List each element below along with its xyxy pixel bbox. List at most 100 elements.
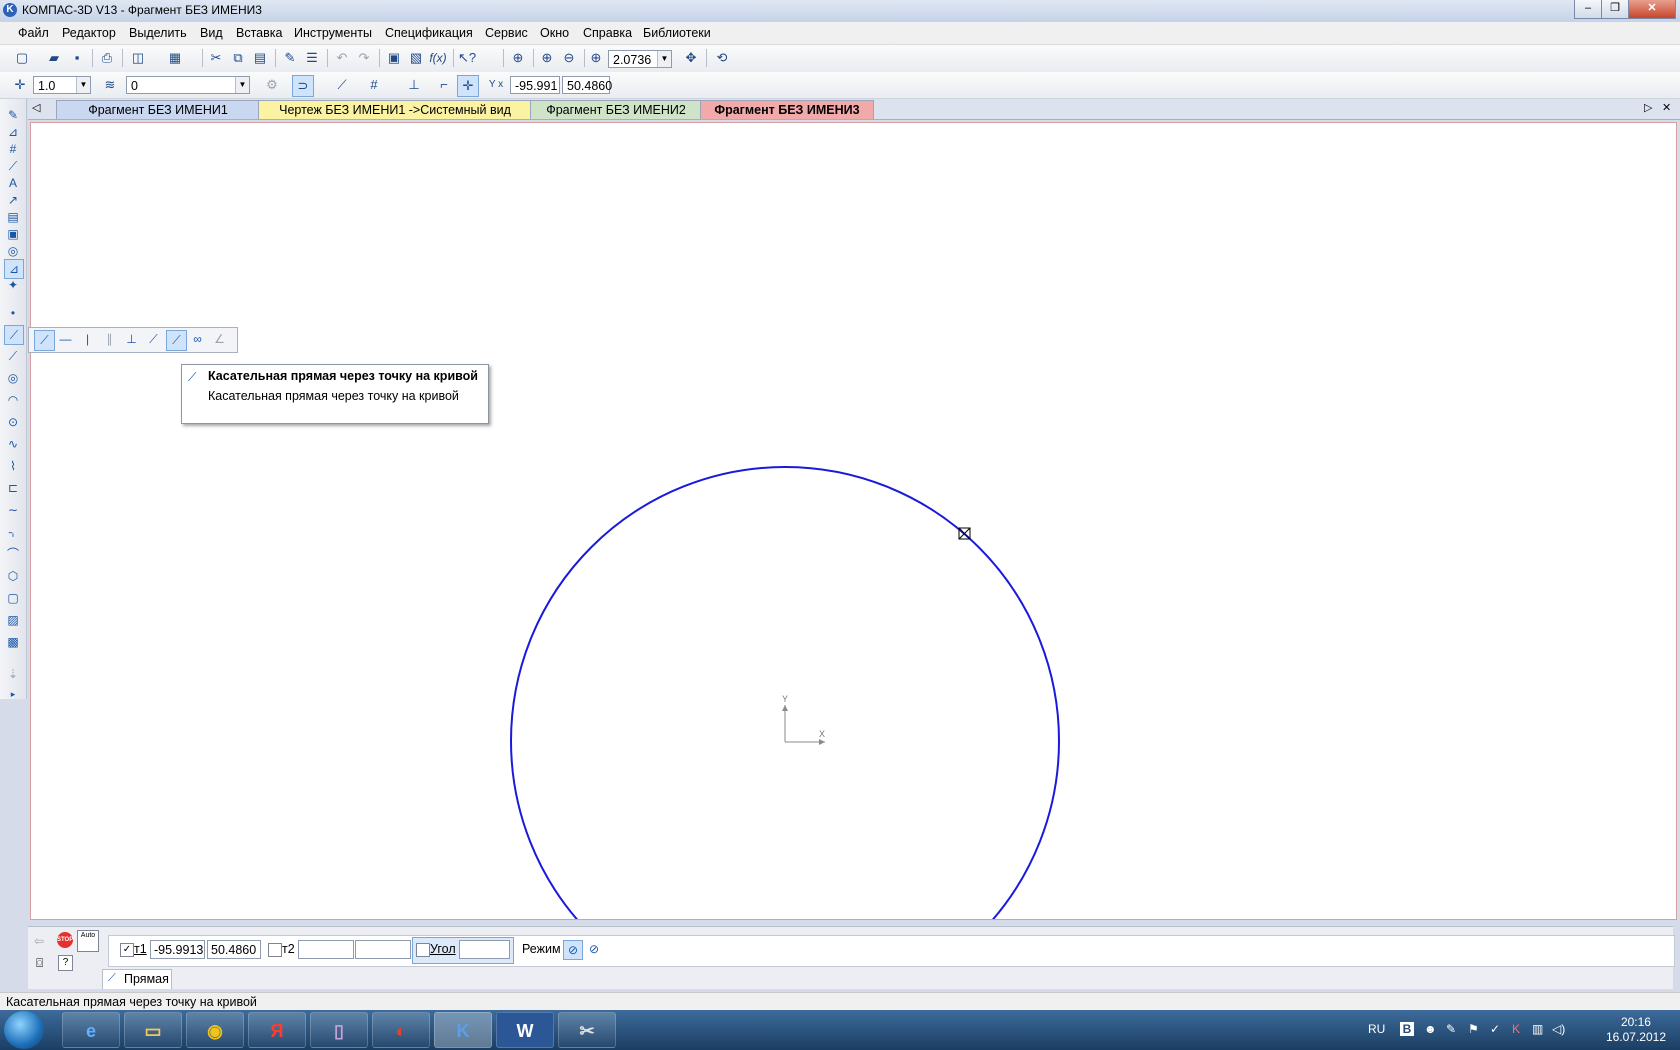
tray-antivirus-icon[interactable]: ✓	[1490, 1022, 1500, 1036]
stop-button[interactable]: STOP	[57, 932, 73, 948]
taskbar-word[interactable]: W	[496, 1012, 554, 1048]
taskbar-kompas[interactable]: K	[434, 1012, 492, 1048]
menu-file[interactable]: Файл	[18, 26, 49, 40]
taskbar-explorer[interactable]: ▭	[124, 1012, 182, 1048]
auxiliary-line-icon[interactable]: ⟋	[4, 325, 24, 345]
mode-multi-icon[interactable]: ⊘	[585, 940, 603, 958]
segment-icon[interactable]: ⟋	[4, 347, 22, 365]
report-icon[interactable]: ☰	[302, 48, 322, 68]
contour-icon[interactable]: ⊏	[4, 479, 22, 497]
angle-checkbox[interactable]	[416, 943, 430, 957]
zoom-in-icon[interactable]: ⊕	[537, 48, 557, 68]
menu-edit[interactable]: Редактор	[62, 26, 116, 40]
close-button[interactable]: ✕	[1628, 0, 1676, 19]
horizontal-line-icon[interactable]: —	[56, 330, 75, 349]
manager-icon[interactable]: ▦	[165, 48, 185, 68]
menu-window[interactable]: Окно	[540, 26, 569, 40]
undo-icon[interactable]: ↶	[332, 48, 352, 68]
local-cs-icon[interactable]: ⟋	[332, 75, 352, 95]
taskbar-ie[interactable]: e	[62, 1012, 120, 1048]
hatch-icon[interactable]: ▨	[4, 611, 22, 629]
t2-checkbox[interactable]	[268, 943, 282, 957]
grid-icon[interactable]: #	[364, 75, 384, 95]
tray-pen-icon[interactable]: ✎	[1446, 1022, 1456, 1036]
tab-drawing-1[interactable]: Чертеж БЕЗ ИМЕНИ1 ->Системный вид	[258, 100, 532, 119]
zoom-window-icon[interactable]: ⊕	[508, 48, 528, 68]
point-icon[interactable]: •	[4, 304, 22, 322]
parametrization-panel-icon[interactable]: A	[4, 174, 22, 192]
zoom-scale-icon[interactable]: ⊕	[586, 48, 606, 68]
copy-icon[interactable]: ⧉	[228, 48, 248, 68]
fx-icon[interactable]: f(x)	[428, 48, 448, 68]
variables-icon[interactable]: ▣	[384, 48, 404, 68]
tray-flag-icon[interactable]: ⚑	[1468, 1022, 1479, 1036]
redo-icon[interactable]: ↷	[354, 48, 374, 68]
language-indicator[interactable]: RU	[1368, 1022, 1385, 1036]
vertical-line-icon[interactable]: |	[78, 330, 97, 349]
editing-panel-icon[interactable]: ⟋	[4, 157, 22, 175]
save-icon[interactable]: ▪	[67, 48, 87, 68]
tray-chat-icon[interactable]: ☻	[1424, 1022, 1437, 1036]
tray-k-icon[interactable]: K	[1512, 1022, 1520, 1036]
properties-icon[interactable]: ⚙	[262, 75, 282, 95]
pan-icon[interactable]: ✥	[681, 48, 701, 68]
step-combo[interactable]: 1.0 ▼	[33, 76, 91, 94]
snap-cursor-icon[interactable]: ✛	[457, 75, 479, 97]
chamfer-icon[interactable]: ⌍	[4, 523, 22, 541]
menu-specification[interactable]: Спецификация	[385, 26, 473, 40]
mode-single-icon[interactable]: ⊘	[563, 940, 583, 960]
back-arrow-icon[interactable]: ⇦	[34, 934, 44, 948]
chevron-down-icon[interactable]: ▼	[76, 77, 90, 93]
auto-create-button[interactable]: Auto	[77, 930, 99, 952]
t1-checkbox[interactable]: ✓	[120, 943, 134, 957]
preview-icon[interactable]: ◫	[128, 48, 148, 68]
parallel-line-icon[interactable]: ∥	[100, 330, 119, 349]
t2-x-input[interactable]	[298, 940, 354, 959]
tangent-point-on-curve-icon[interactable]: ⟋	[166, 330, 187, 351]
coord-x-field[interactable]: -95.991	[510, 76, 560, 94]
taskbar-tool-app[interactable]: ✂	[558, 1012, 616, 1048]
angle-input[interactable]	[459, 940, 510, 959]
perpendicular-line-icon[interactable]: ⊥	[122, 330, 141, 349]
help-pointer-icon[interactable]: ↖?	[457, 48, 477, 68]
menu-tools[interactable]: Инструменты	[294, 26, 372, 40]
menu-service[interactable]: Сервис	[485, 26, 528, 40]
select-panel-icon[interactable]: ▤	[4, 208, 22, 226]
maximize-button[interactable]: ❐	[1601, 0, 1629, 19]
rectangle-icon[interactable]: ▢	[4, 589, 22, 607]
step-cursor-icon[interactable]: ✛	[10, 75, 30, 95]
volume-icon[interactable]: ◁)	[1552, 1022, 1565, 1036]
insert-panel-icon[interactable]: ✦	[4, 276, 22, 294]
close-document-icon[interactable]: ✕	[1662, 101, 1671, 114]
taskbar-media-app[interactable]: ◐	[372, 1012, 430, 1048]
taskbar-chrome[interactable]: ◉	[186, 1012, 244, 1048]
paste-icon[interactable]: ▤	[250, 48, 270, 68]
layer-combo[interactable]: 0 ▼	[126, 76, 250, 94]
chevron-down-icon[interactable]: ▼	[657, 51, 671, 67]
expand-arrow-icon[interactable]: ▸	[4, 685, 22, 703]
zoom-out-icon[interactable]: ⊖	[559, 48, 579, 68]
spline-icon[interactable]: ∿	[4, 435, 22, 453]
polygon-icon[interactable]: ⬡	[4, 567, 22, 585]
reports-panel-icon[interactable]: ◎	[4, 242, 22, 260]
layers-icon[interactable]: ≋	[100, 75, 120, 95]
tab-scroll-left-icon[interactable]: ◁	[32, 101, 40, 114]
properties-brush-icon[interactable]: ✎	[280, 48, 300, 68]
tab-scroll-right-icon[interactable]: ▷	[1644, 101, 1652, 114]
fill-icon[interactable]: ▩	[4, 633, 22, 651]
menu-view[interactable]: Вид	[200, 26, 223, 40]
t2-y-input[interactable]	[355, 940, 411, 959]
minimize-button[interactable]: –	[1574, 0, 1602, 19]
tab-line[interactable]: ⟋ Прямая	[102, 969, 172, 989]
dimensions-panel-icon[interactable]: ⊿	[4, 123, 22, 141]
drawing-canvas[interactable]: X Y	[30, 122, 1677, 920]
bisector-icon[interactable]: ∠	[210, 330, 229, 349]
tangent-external-point-icon[interactable]: ⟋	[144, 330, 163, 349]
tangent-two-curves-icon[interactable]: ∞	[188, 330, 207, 349]
ellipse-icon[interactable]: ⊙	[4, 413, 22, 431]
menu-help[interactable]: Справка	[583, 26, 632, 40]
t1-y-input[interactable]: 50.4860	[207, 940, 261, 959]
tray-network-icon[interactable]: ▥	[1532, 1022, 1543, 1036]
clock[interactable]: 20:16 16.07.2012	[1606, 1015, 1666, 1045]
snap-magnet-icon[interactable]: ⊃	[292, 75, 314, 97]
